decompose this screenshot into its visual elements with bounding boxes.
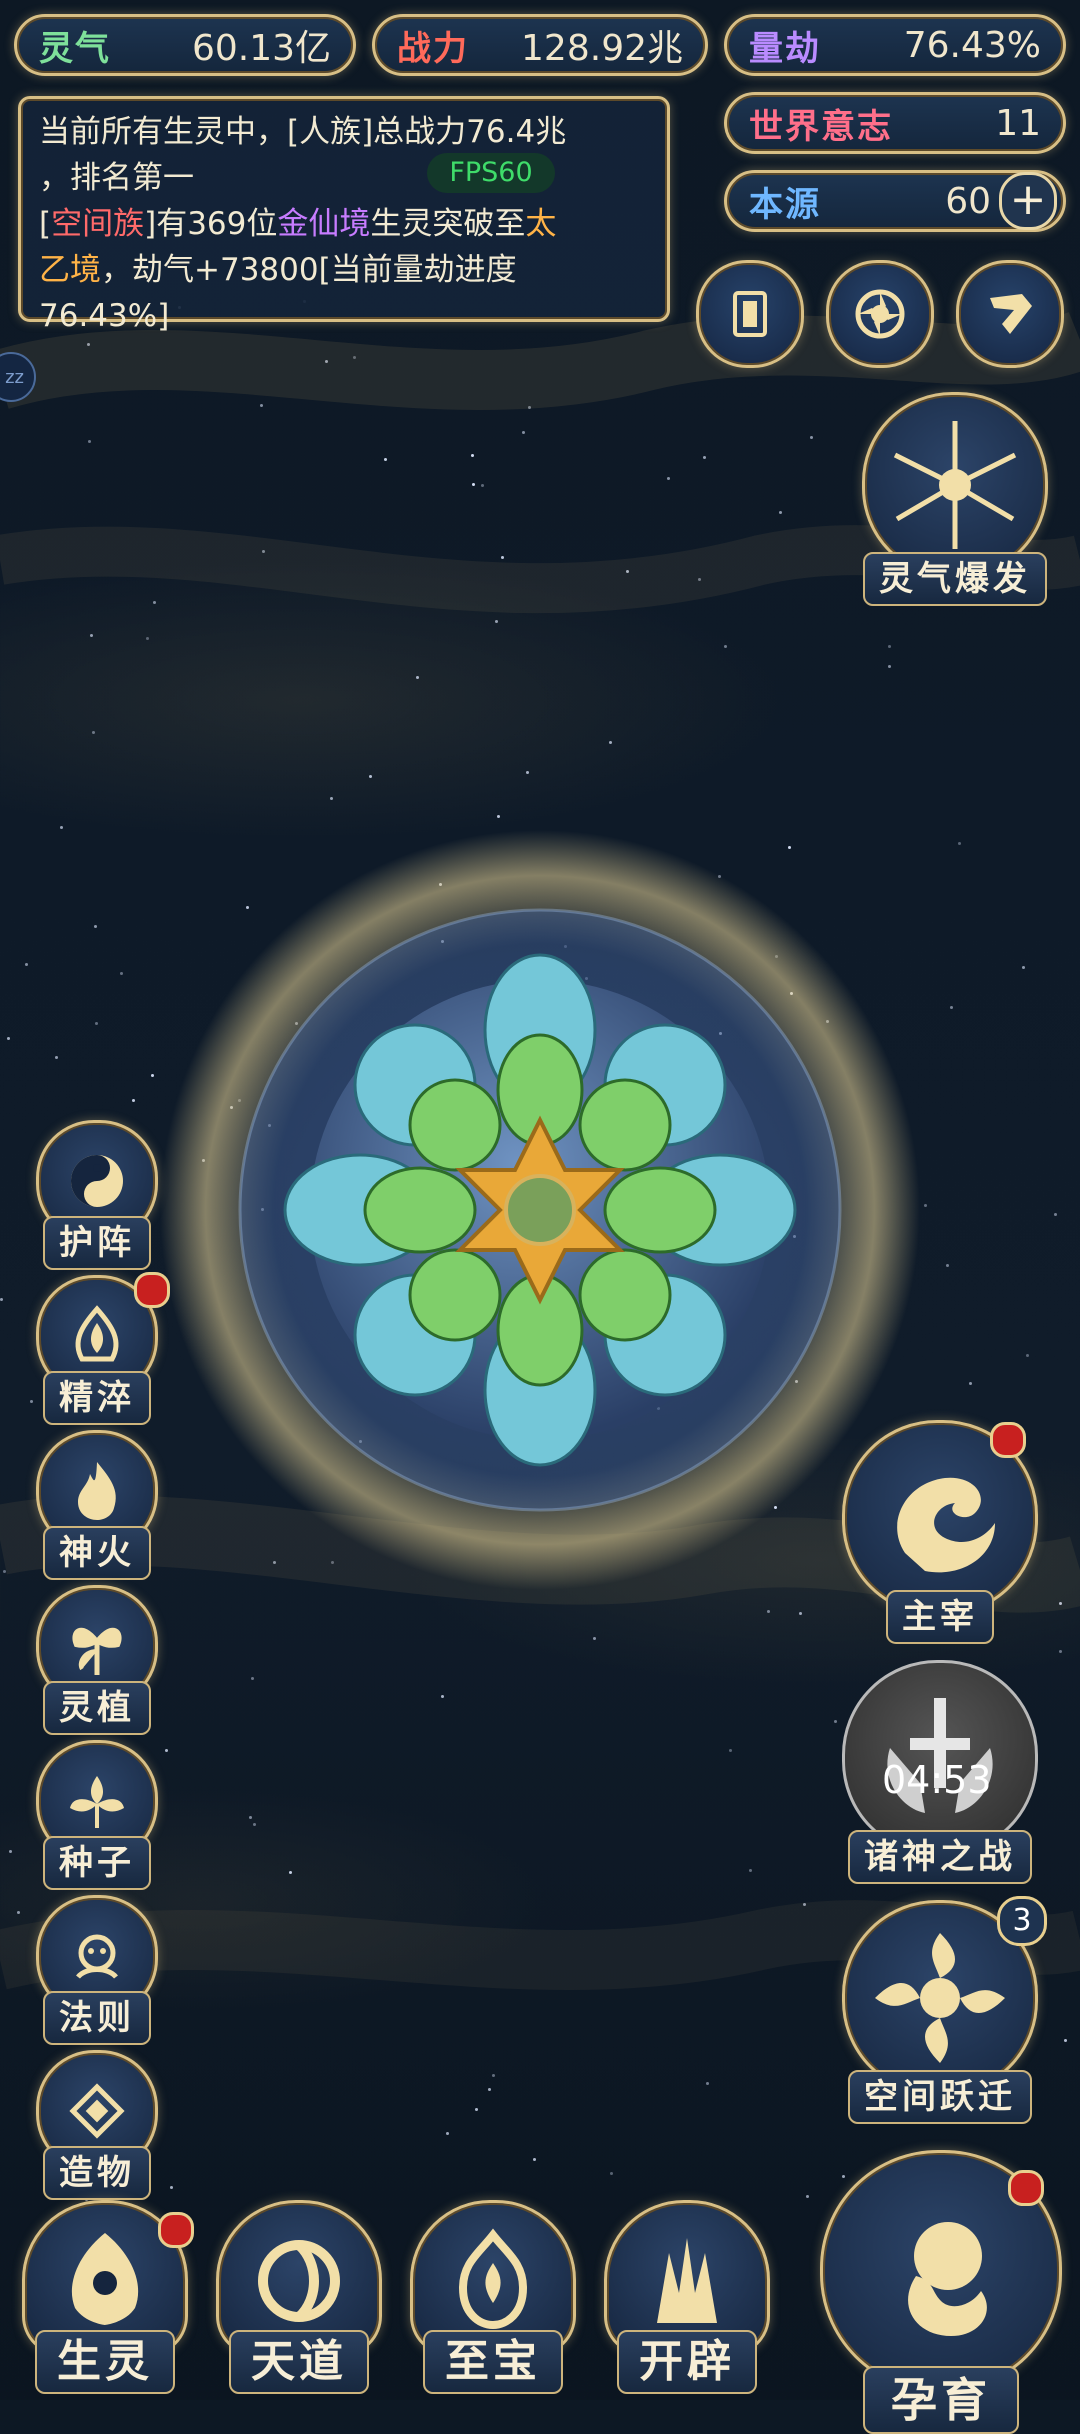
scroll-button[interactable] — [956, 260, 1064, 368]
log-line-4: 乙境，劫气+73800[当前量劫进度 — [39, 252, 517, 288]
event-log-panel: 当前所有生灵中，[人族]总战力76.4兆 ，排名第一 [空间族]有369位金仙境… — [18, 96, 670, 334]
nurture-notification-dot — [1008, 2170, 1044, 2206]
fps-counter: FPS60 — [427, 153, 555, 193]
gods-war-label: 诸神之战 — [848, 1830, 1032, 1884]
burst-button[interactable]: 灵气爆发 — [862, 392, 1048, 606]
space-jump-label: 空间跃迁 — [848, 2070, 1032, 2124]
skill-label: 种子 — [43, 1836, 151, 1890]
zhanli-label: 战力 — [397, 28, 469, 69]
card-icon — [733, 291, 767, 337]
law-mask-icon — [76, 1934, 118, 1979]
swirl-button[interactable] — [826, 260, 934, 368]
skill-guard-button[interactable]: 护阵 — [36, 1120, 158, 1270]
benyuan-label: 本源 — [749, 184, 821, 225]
lingqi-value: 60.13亿 — [191, 28, 331, 69]
realm-to-a: 太 — [525, 206, 557, 242]
shijie-pill[interactable]: 世界意志 11 — [724, 92, 1066, 154]
ruler-label: 主宰 — [886, 1590, 994, 1644]
lingqi-pill[interactable]: 灵气 60.13亿 — [14, 14, 356, 76]
skill-creation-button[interactable]: 造物 — [36, 2050, 158, 2200]
diamond-icon — [69, 2083, 125, 2139]
swirl-icon — [855, 289, 905, 339]
log-line-1: 当前所有生灵中，[人族]总战力76.4兆 — [39, 114, 567, 150]
skill-label: 神火 — [43, 1526, 151, 1580]
zhanli-pill[interactable]: 战力 128.92兆 — [372, 14, 708, 76]
realm-to-b: 乙境 — [39, 252, 101, 288]
burst-label: 灵气爆发 — [863, 552, 1047, 606]
refine-notification-dot — [134, 1272, 170, 1308]
nav-label: 至宝 — [423, 2330, 563, 2394]
log-line-5: 76.43%] — [39, 298, 170, 334]
gods-war-timer: 04:53 — [882, 1758, 992, 1802]
race-name: 空间族 — [51, 206, 145, 242]
nav-heaven-button[interactable]: 天道 — [216, 2200, 382, 2394]
nav-genesis-button[interactable]: 开辟 — [604, 2200, 770, 2394]
burst-orb — [862, 392, 1048, 578]
fire-icon — [78, 1462, 116, 1520]
space-jump-count-badge: 3 — [997, 1896, 1047, 1946]
scroll-icon — [990, 294, 1032, 334]
skill-label: 精淬 — [43, 1371, 151, 1425]
nurture-label: 孕育 — [863, 2366, 1019, 2434]
add-benyuan-button[interactable]: + — [999, 172, 1057, 230]
yin-yang-icon — [71, 1155, 123, 1207]
nav-label: 开辟 — [617, 2330, 757, 2394]
game-screen: { "resources":{ "lingqi":{"label":"灵气","… — [0, 0, 1080, 2434]
creatures-notification-dot — [158, 2212, 194, 2248]
creation-blade-icon — [657, 2238, 717, 2323]
nav-label: 生灵 — [35, 2330, 175, 2394]
benyuan-pill[interactable]: 本源 60 + — [724, 170, 1066, 232]
starburst-icon — [893, 421, 1017, 549]
gods-war-button[interactable]: 04:53 诸神之战 — [842, 1660, 1038, 1884]
heaven-swirl-icon — [258, 2240, 340, 2322]
skill-label: 造物 — [43, 2146, 151, 2200]
skill-spirit-plant-button[interactable]: 灵植 — [36, 1585, 158, 1735]
nav-label: 天道 — [229, 2330, 369, 2394]
seed-icon — [70, 1776, 124, 1828]
embryo-icon — [908, 2222, 987, 2336]
log-line-2: ，排名第一 — [39, 160, 194, 196]
shijie-value: 11 — [995, 102, 1041, 144]
card-button[interactable] — [696, 260, 804, 368]
benyuan-value: 60 — [945, 180, 991, 222]
realm-from: 金仙境 — [277, 206, 371, 242]
creature-icon — [71, 2233, 139, 2325]
plant-icon — [72, 1627, 122, 1675]
liangjie-value: 76.43% — [903, 24, 1041, 66]
treasure-flame-icon — [458, 2228, 528, 2330]
vortex-icon — [875, 1933, 1005, 2063]
skill-label: 法则 — [43, 1991, 151, 2045]
dragon-icon — [897, 1477, 995, 1573]
skill-label: 灵植 — [43, 1681, 151, 1735]
world-planet[interactable] — [140, 800, 940, 1600]
log-line-3: [空间族]有369位金仙境生灵突破至太 — [39, 206, 557, 242]
liangjie-pill[interactable]: 量劫 76.43% — [724, 14, 1066, 76]
skill-law-button[interactable]: 法则 — [36, 1895, 158, 2045]
ruler-notification-dot — [990, 1422, 1026, 1458]
skill-divine-fire-button[interactable]: 神火 — [36, 1430, 158, 1580]
liangjie-label: 量劫 — [749, 28, 821, 69]
lingqi-label: 灵气 — [39, 28, 111, 69]
flame-drop-icon — [75, 1305, 119, 1362]
zhanli-value: 128.92兆 — [521, 28, 683, 69]
nav-treasure-button[interactable]: 至宝 — [410, 2200, 576, 2394]
skill-label: 护阵 — [43, 1216, 151, 1270]
shijie-label: 世界意志 — [749, 106, 893, 147]
skill-seed-button[interactable]: 种子 — [36, 1740, 158, 1890]
